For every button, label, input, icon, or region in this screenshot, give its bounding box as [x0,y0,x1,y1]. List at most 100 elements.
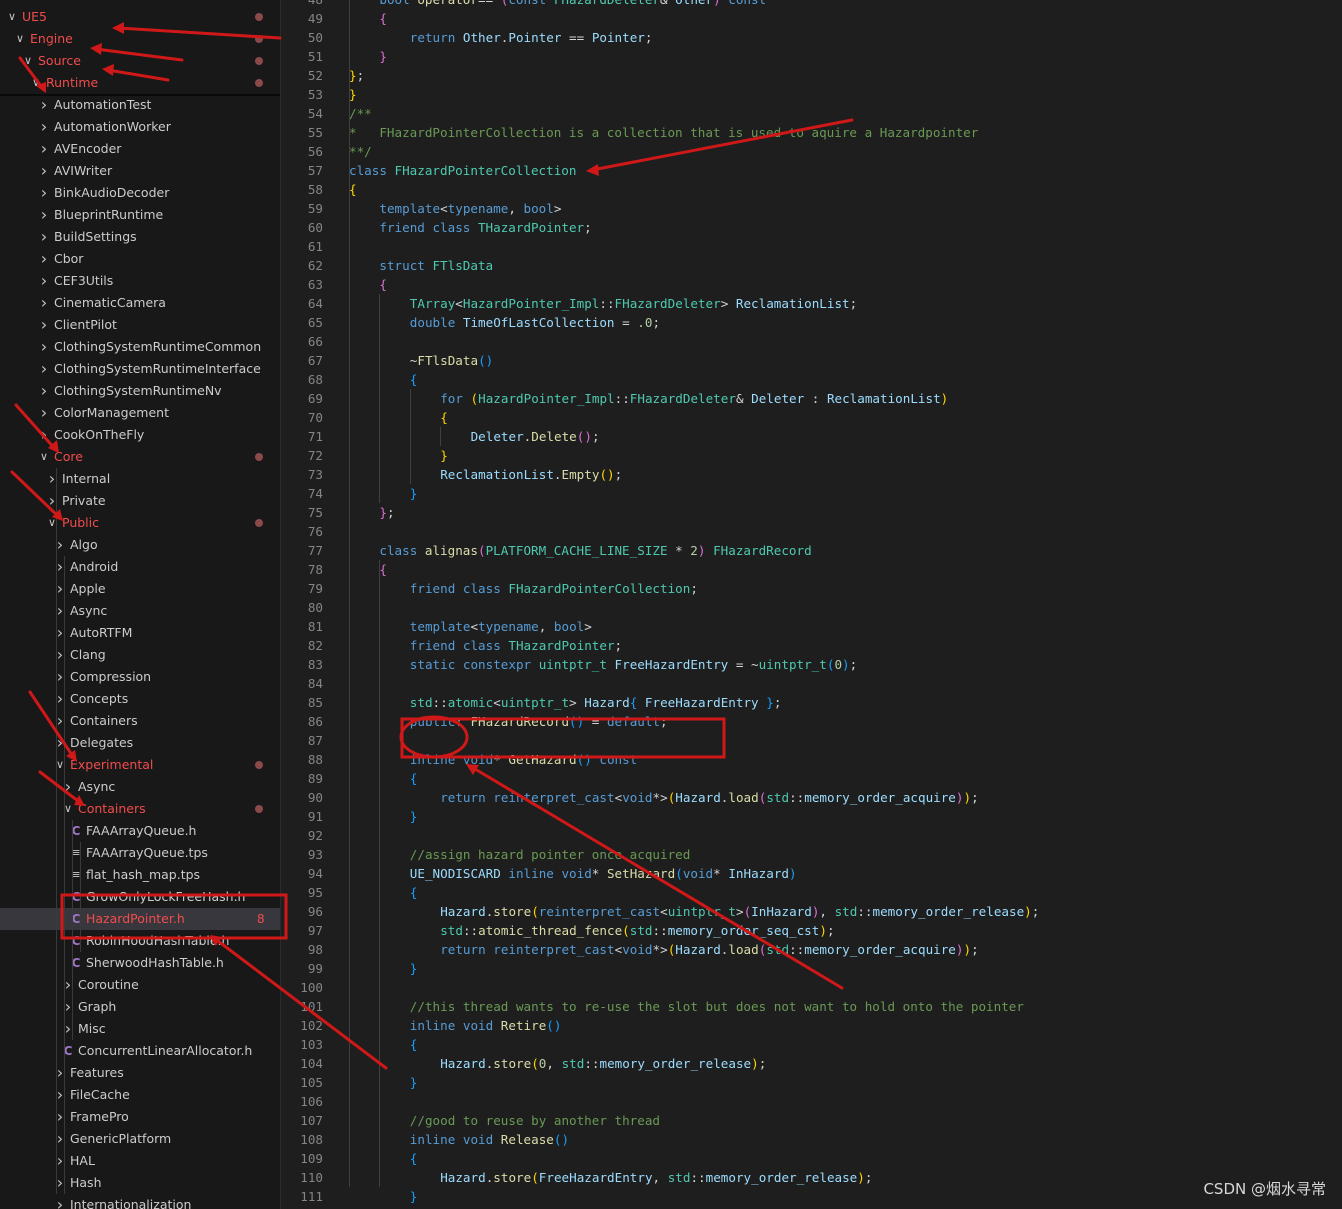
tree-folder[interactable]: › Android [0,556,280,578]
chevron-right-icon[interactable]: › [38,94,50,116]
code-line[interactable]: 51} [281,47,1342,66]
chevron-right-icon[interactable]: › [38,292,50,314]
tree-folder[interactable]: › Containers [0,710,280,732]
code-line[interactable]: 103 { [281,1035,1342,1054]
code-line[interactable]: 61 [281,237,1342,256]
tree-folder[interactable]: ∨ Core [0,446,280,468]
chevron-right-icon[interactable]: › [38,424,50,446]
tree-folder[interactable]: › ClientPilot [0,314,280,336]
code-line[interactable]: 50 return Other.Pointer == Pointer; [281,28,1342,47]
code-line[interactable]: 90 return reinterpret_cast<void*>(Hazard.… [281,788,1342,807]
tree-folder[interactable]: › ClothingSystemRuntimeNv [0,380,280,402]
code-line[interactable]: 101 //this thread wants to re-use the slo… [281,997,1342,1016]
chevron-right-icon[interactable]: › [38,336,50,358]
code-line[interactable]: 85 std::atomic<uintptr_t> Hazard{ FreeHaz… [281,693,1342,712]
tree-folder[interactable]: › Internationalization [0,1194,280,1209]
tree-file[interactable]: C RobinHoodHashTable.h [0,930,280,952]
tree-folder[interactable]: › BuildSettings [0,226,280,248]
code-line[interactable]: 66 [281,332,1342,351]
tree-folder[interactable]: ∨ Source [0,50,280,72]
tree-folder[interactable]: › Internal [0,468,280,490]
tree-folder[interactable]: › AutomationTest [0,94,280,116]
chevron-right-icon[interactable]: › [38,138,50,160]
code-line[interactable]: 87 [281,731,1342,750]
code-line[interactable]: 54 /** [281,104,1342,123]
chevron-down-icon[interactable]: ∨ [38,446,50,468]
tree-folder[interactable]: › Concepts [0,688,280,710]
tree-file[interactable]: ≡ flat_hash_map.tps [0,864,280,886]
tree-folder[interactable]: › AutoRTFM [0,622,280,644]
code-line[interactable]: 79 friend class FHazardPointerCollection; [281,579,1342,598]
chevron-down-icon[interactable]: ∨ [22,50,34,72]
tree-folder[interactable]: ∨ Containers [0,798,280,820]
code-line[interactable]: 76 [281,522,1342,541]
code-line[interactable]: 98 return reinterpret_cast<void*>(Hazard.… [281,940,1342,959]
chevron-right-icon[interactable]: › [38,402,50,424]
code-line[interactable]: 106 [281,1092,1342,1111]
code-line[interactable]: 53} [281,85,1342,104]
code-line[interactable]: 91} [281,807,1342,826]
tree-folder[interactable]: › Features [0,1062,280,1084]
tree-folder[interactable]: › AVIWriter [0,160,280,182]
code-line[interactable]: 67 ~FTlsData() [281,351,1342,370]
chevron-down-icon[interactable]: ∨ [6,6,18,28]
code-line[interactable]: 49 { [281,9,1342,28]
tree-folder[interactable]: › BlueprintRuntime [0,204,280,226]
code-line[interactable]: 80 [281,598,1342,617]
code-line[interactable]: 64 TArray<HazardPointer_Impl::FHazardDele… [281,294,1342,313]
chevron-right-icon[interactable]: › [38,314,50,336]
code-line[interactable]: 88 inline void* GetHazard() const [281,750,1342,769]
code-line[interactable]: 97 std::atomic_thread_fence(std::memory_o… [281,921,1342,940]
code-line[interactable]: 108 inline void Release() [281,1130,1342,1149]
code-line[interactable]: 111} [281,1187,1342,1206]
code-line[interactable]: 72} [281,446,1342,465]
code-line[interactable]: 60 friend class THazardPointer; [281,218,1342,237]
chevron-right-icon[interactable]: › [38,160,50,182]
tree-folder[interactable]: › Algo [0,534,280,556]
code-line[interactable]: 99} [281,959,1342,978]
code-line[interactable]: 56 **/ [281,142,1342,161]
code-line[interactable]: 96 Hazard.store(reinterpret_cast<uintptr_… [281,902,1342,921]
tree-folder[interactable]: › Private [0,490,280,512]
chevron-down-icon[interactable]: ∨ [30,72,42,94]
tree-folder[interactable]: › FramePro [0,1106,280,1128]
code-line[interactable]: 92 [281,826,1342,845]
code-line[interactable]: 70 { [281,408,1342,427]
code-line[interactable]: 82 friend class THazardPointer; [281,636,1342,655]
tree-folder[interactable]: ∨ UE5 [0,6,280,28]
tree-file[interactable]: C GrowOnlyLockFreeHash.h [0,886,280,908]
code-line[interactable]: 58 { [281,180,1342,199]
code-line[interactable]: 105} [281,1073,1342,1092]
tree-folder[interactable]: › Cbor [0,248,280,270]
tree-folder[interactable]: › Hash [0,1172,280,1194]
code-line[interactable]: 69 for (HazardPointer_Impl::FHazardDelete… [281,389,1342,408]
chevron-right-icon[interactable]: › [38,380,50,402]
code-line[interactable]: 55 * FHazardPointerCollection is a collec… [281,123,1342,142]
chevron-right-icon[interactable]: › [54,1194,66,1209]
tree-folder[interactable]: › GenericPlatform [0,1128,280,1150]
code-line[interactable]: 83 static constexpr uintptr_t FreeHazardE… [281,655,1342,674]
tree-folder[interactable]: ∨ Public [0,512,280,534]
code-line[interactable]: 104 Hazard.store(0, std::memory_order_rel… [281,1054,1342,1073]
tree-folder[interactable]: › Coroutine [0,974,280,996]
code-line[interactable]: 81 template<typename, bool> [281,617,1342,636]
tree-folder[interactable]: › ClothingSystemRuntimeCommon [0,336,280,358]
code-line[interactable]: 102 inline void Retire() [281,1016,1342,1035]
tree-folder[interactable]: › FileCache [0,1084,280,1106]
tree-file[interactable]: ≡ FAAArrayQueue.tps [0,842,280,864]
code-line[interactable]: 65 double TimeOfLastCollection = .0; [281,313,1342,332]
tree-folder[interactable]: ∨ Runtime [0,72,280,94]
tree-file[interactable]: C SherwoodHashTable.h [0,952,280,974]
code-line[interactable]: 89 { [281,769,1342,788]
code-line[interactable]: 93 //assign hazard pointer once acquired [281,845,1342,864]
tree-folder[interactable]: › Apple [0,578,280,600]
tree-file[interactable]: C ConcurrentLinearAllocator.h [0,1040,280,1062]
tree-folder[interactable]: › Clang [0,644,280,666]
chevron-right-icon[interactable]: › [38,182,50,204]
code-line[interactable]: 73 ReclamationList.Empty(); [281,465,1342,484]
tree-file[interactable]: C FAAArrayQueue.h [0,820,280,842]
tree-folder[interactable]: › ColorManagement [0,402,280,424]
code-line[interactable]: 59 template<typename, bool> [281,199,1342,218]
chevron-right-icon[interactable]: › [38,270,50,292]
code-line[interactable]: 63 { [281,275,1342,294]
